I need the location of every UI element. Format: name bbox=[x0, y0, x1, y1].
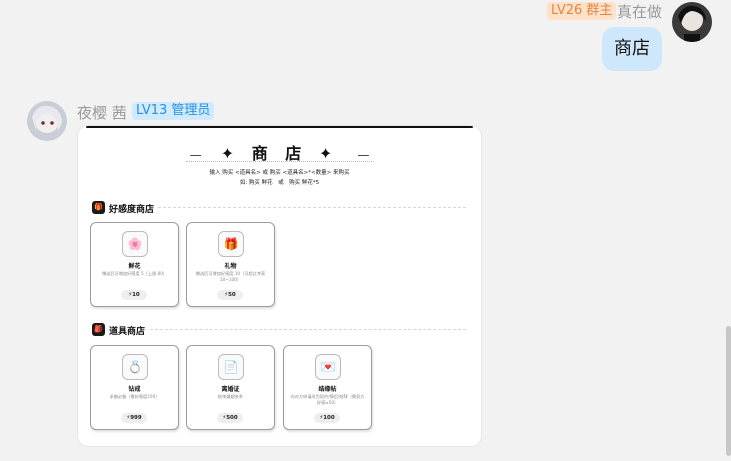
document-icon: 📄 bbox=[218, 354, 244, 380]
sender-name: 夜樱 茜 bbox=[77, 104, 127, 122]
flower-icon: 🌸 bbox=[122, 231, 148, 257]
sender-name: 真在做 bbox=[617, 3, 663, 21]
item-desc: 向对方申请成为契约/情侣/结拜（需双方好感≥50） bbox=[290, 394, 365, 405]
avatar[interactable] bbox=[27, 101, 67, 141]
top-border bbox=[86, 126, 473, 128]
level-badge: LV26 群主 bbox=[547, 2, 617, 20]
avatar-image bbox=[27, 101, 67, 141]
shop-image[interactable]: — ✦ 商 店 ✦ — 输入 购买 <道具名> 或 购买 <道具名>*<数量> … bbox=[78, 126, 481, 446]
avatar-image bbox=[672, 2, 712, 42]
shop-item[interactable]: 💌 结缘帖 向对方申请成为契约/情侣/结拜（需双方好感≥50） ⚡100 bbox=[283, 345, 372, 430]
item-price: ⚡50 bbox=[217, 290, 243, 300]
item-price: ⚡100 bbox=[314, 413, 340, 423]
message-self: LV26 群主 真在做 商店 bbox=[540, 0, 731, 75]
item-desc: 赠送后可增加好感度 5（上限 80） bbox=[101, 271, 168, 276]
usage-line-1: 输入 购买 <道具名> 或 购买 <道具名>*<数量> 来购买 bbox=[209, 170, 350, 176]
title-underline bbox=[186, 161, 374, 162]
shop-item[interactable]: 🎁 礼物 赠送后可增加好感度 10（可超过并获10~100） ⚡50 bbox=[186, 222, 275, 307]
item-price: ⚡10 bbox=[121, 290, 147, 300]
section-divider bbox=[158, 207, 466, 208]
shop-item[interactable]: 🌸 鲜花 赠送后可增加好感度 5（上限 80） ⚡10 bbox=[90, 222, 179, 307]
message-bubble[interactable]: 商店 bbox=[602, 27, 662, 71]
bag-icon: 🎒 bbox=[92, 323, 105, 336]
gift-icon: 🎁 bbox=[218, 231, 244, 257]
shop-item[interactable]: 📄 离婚证 结束婚姻关系 ⚡500 bbox=[186, 345, 275, 430]
item-price: ⚡500 bbox=[217, 413, 243, 423]
item-desc: 结束婚姻关系 bbox=[217, 394, 244, 399]
avatar[interactable] bbox=[672, 2, 712, 42]
level-badge: LV13 管理员 bbox=[132, 102, 215, 120]
scrollbar[interactable] bbox=[726, 326, 731, 456]
item-name: 礼物 bbox=[224, 263, 237, 270]
usage-line-2: 如: 购买 鲜花 或 购买 鲜花*5 bbox=[239, 180, 320, 186]
item-name: 结缘帖 bbox=[318, 386, 337, 393]
ring-icon: 💍 bbox=[122, 354, 148, 380]
item-desc: 求婚必备（需好感度100） bbox=[109, 394, 160, 399]
gift-icon: 🎁 bbox=[92, 201, 105, 214]
love-letter-icon: 💌 bbox=[315, 354, 341, 380]
item-price: ⚡999 bbox=[121, 413, 147, 423]
item-desc: 赠送后可增加好感度 10（可超过并获10~100） bbox=[195, 271, 266, 282]
section-title: 道具商店 bbox=[109, 327, 146, 337]
item-name: 鲜花 bbox=[128, 263, 141, 270]
title-dash-left: — bbox=[189, 148, 202, 162]
item-name: 钻戒 bbox=[128, 386, 141, 393]
shop-item[interactable]: 💍 钻戒 求婚必备（需好感度100） ⚡999 bbox=[90, 345, 179, 430]
item-name: 离婚证 bbox=[221, 386, 240, 393]
section-title: 好感度商店 bbox=[109, 205, 155, 215]
title-dash-right: — bbox=[357, 148, 370, 162]
section-divider bbox=[150, 329, 466, 330]
